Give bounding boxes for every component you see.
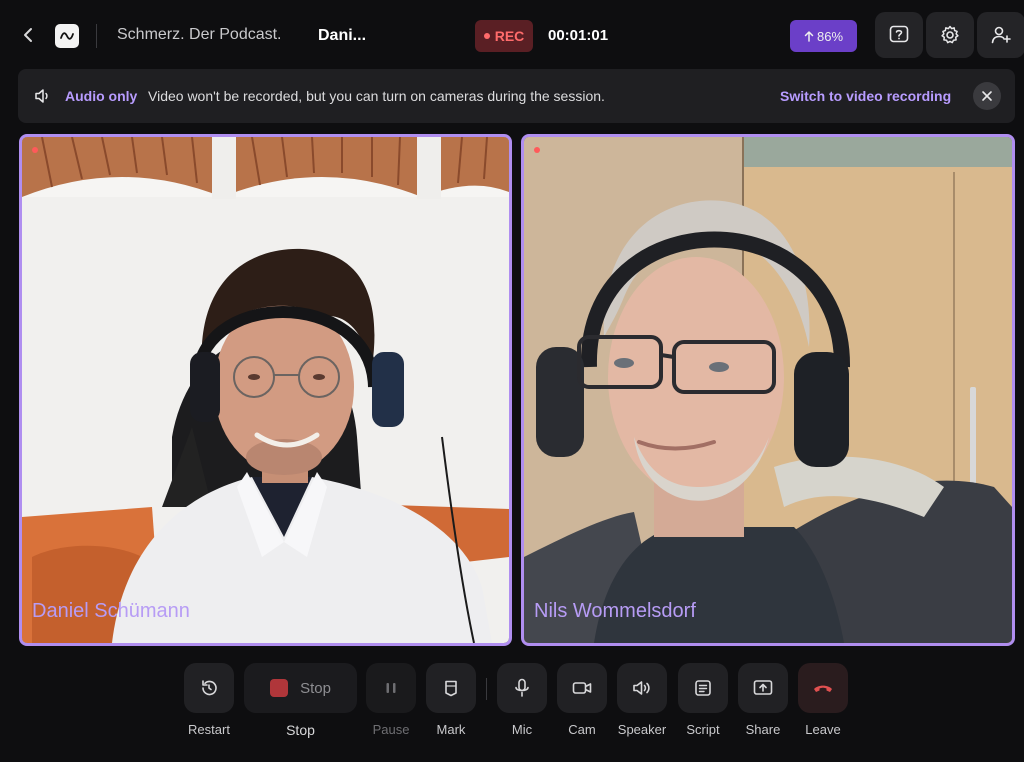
logo-icon[interactable] bbox=[55, 24, 79, 48]
rec-label: REC bbox=[494, 28, 525, 44]
mic-button[interactable] bbox=[497, 663, 547, 713]
invite-button[interactable] bbox=[977, 12, 1024, 58]
top-bar: Schmerz. Der Podcast. Dani... REC 00:01:… bbox=[0, 0, 1024, 72]
script-control[interactable]: Script bbox=[678, 663, 728, 737]
gear-icon bbox=[941, 25, 959, 44]
mic-icon bbox=[515, 678, 529, 697]
live-indicator bbox=[534, 147, 540, 153]
stop-control[interactable]: Stop Stop bbox=[244, 663, 357, 738]
studio-name[interactable]: Schmerz. Der Podcast. bbox=[117, 26, 282, 44]
rec-badge: REC bbox=[475, 20, 533, 52]
leave-button[interactable] bbox=[798, 663, 848, 713]
mic-label: Mic bbox=[511, 722, 533, 737]
speaker-label: Speaker bbox=[617, 722, 667, 737]
mark-control[interactable]: Mark bbox=[426, 663, 476, 737]
camera-icon bbox=[572, 682, 592, 694]
switch-to-video-link[interactable]: Switch to video recording bbox=[780, 88, 951, 104]
video-feed bbox=[524, 137, 1012, 643]
speaker-icon bbox=[633, 681, 650, 695]
settings-button[interactable] bbox=[926, 12, 974, 58]
back-icon[interactable] bbox=[18, 25, 38, 45]
pause-icon bbox=[386, 683, 396, 693]
upload-arrow-icon bbox=[804, 31, 814, 42]
bookmark-icon bbox=[445, 680, 457, 697]
upload-progress-badge[interactable]: 86% bbox=[790, 20, 857, 52]
participant-name: Daniel Schümann bbox=[32, 600, 190, 622]
cam-button[interactable] bbox=[557, 663, 607, 713]
pause-label: Pause bbox=[372, 722, 410, 737]
restart-control[interactable]: Restart bbox=[184, 663, 234, 737]
participant-tile-daniel[interactable]: Daniel Schümann bbox=[19, 134, 512, 646]
cam-control[interactable]: Cam bbox=[557, 663, 607, 737]
share-button[interactable] bbox=[738, 663, 788, 713]
close-icon bbox=[982, 91, 992, 101]
rec-dot bbox=[483, 33, 490, 39]
help-icon bbox=[889, 25, 909, 43]
mark-label: Mark bbox=[436, 722, 466, 737]
script-button[interactable] bbox=[678, 663, 728, 713]
cam-label: Cam bbox=[568, 722, 596, 737]
script-label: Script bbox=[686, 722, 720, 737]
pause-control[interactable]: Pause bbox=[366, 663, 416, 737]
leave-control[interactable]: Leave bbox=[798, 663, 848, 737]
phone-hangup-icon bbox=[814, 685, 832, 692]
divider bbox=[96, 24, 97, 48]
share-label: Share bbox=[745, 722, 781, 737]
speaker-control[interactable]: Speaker bbox=[617, 663, 667, 737]
upload-progress-value: 86% bbox=[816, 28, 844, 44]
banner-title: Audio only bbox=[65, 88, 138, 104]
script-icon bbox=[695, 680, 711, 696]
stop-icon bbox=[270, 679, 289, 697]
stop-button-label: Stop bbox=[300, 679, 331, 697]
stop-button[interactable]: Stop bbox=[244, 663, 357, 713]
mic-control[interactable]: Mic bbox=[497, 663, 547, 737]
participant-tile-nils[interactable]: Nils Wommelsdorf bbox=[521, 134, 1015, 646]
restart-button[interactable] bbox=[184, 663, 234, 713]
session-title[interactable]: Dani... bbox=[318, 27, 366, 45]
speaker-button[interactable] bbox=[617, 663, 667, 713]
help-button[interactable] bbox=[875, 12, 923, 58]
banner-message: Video won't be recorded, but you can tur… bbox=[148, 88, 605, 104]
audio-only-banner: Audio only Video won't be recorded, but … bbox=[18, 69, 1015, 123]
add-user-icon bbox=[991, 26, 1011, 44]
restart-icon bbox=[202, 680, 217, 696]
live-indicator bbox=[32, 147, 38, 153]
leave-label: Leave bbox=[805, 722, 841, 737]
participant-name: Nils Wommelsdorf bbox=[534, 600, 696, 622]
share-icon bbox=[753, 680, 773, 695]
controls-divider bbox=[486, 678, 487, 700]
stop-label: Stop bbox=[286, 722, 315, 738]
session-timer: 00:01:01 bbox=[548, 27, 609, 44]
pause-button[interactable] bbox=[366, 663, 416, 713]
video-feed bbox=[22, 137, 509, 643]
restart-label: Restart bbox=[188, 722, 230, 737]
mark-button[interactable] bbox=[426, 663, 476, 713]
speaker-icon bbox=[35, 89, 48, 103]
share-control[interactable]: Share bbox=[738, 663, 788, 737]
close-banner-button[interactable] bbox=[973, 82, 1001, 110]
